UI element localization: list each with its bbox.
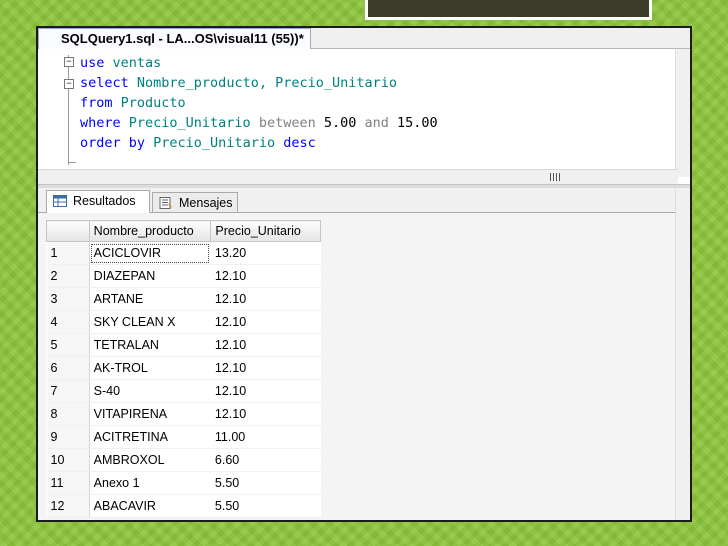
table-row[interactable]: 5 TETRALAN 12.10 [46, 333, 321, 357]
editor-horizontal-scrollbar[interactable] [38, 169, 678, 184]
column-header-precio-unitario[interactable]: Precio_Unitario [210, 220, 321, 242]
cell-nombre-producto[interactable]: VITAPIRENA [89, 402, 211, 426]
cell-nombre-producto[interactable]: S-40 [89, 379, 211, 403]
results-tab-strip: Resultados Mensajes [38, 188, 690, 213]
messages-icon [159, 197, 172, 209]
cell-precio-unitario[interactable]: 5.50 [210, 494, 321, 518]
cell-nombre-producto[interactable]: AK-TROL [89, 356, 211, 380]
table-row[interactable]: 12 ABACAVIR 5.50 [46, 494, 321, 518]
column-header-nombre-producto[interactable]: Nombre_producto [88, 220, 212, 242]
code-line-4: where Precio_Unitario between 5.00 and 1… [80, 113, 438, 133]
cell-precio-unitario[interactable]: 6.60 [210, 448, 321, 472]
table-row[interactable]: 10 AMBROXOL 6.60 [46, 448, 321, 472]
code-token: 5.00 [315, 115, 357, 131]
code-line-5: order by Precio_Unitario desc [80, 133, 316, 153]
code-token: desc [275, 135, 316, 151]
row-number[interactable]: 8 [46, 402, 90, 426]
collapse-use-icon[interactable]: − [64, 57, 74, 67]
code-token: 15.00 [388, 115, 438, 131]
code-token: select [80, 75, 129, 91]
results-grid[interactable]: Nombre_producto Precio_Unitario 1 ACICLOV… [46, 220, 321, 518]
code-token: Precio_Unitario [120, 115, 251, 131]
code-token: between [250, 115, 316, 131]
outline-gutter-line [68, 55, 69, 165]
cell-precio-unitario[interactable]: 13.20 [210, 241, 321, 265]
code-line-1: use ventas [80, 53, 161, 73]
row-number[interactable]: 10 [46, 448, 90, 472]
tab-resultados[interactable]: Resultados [46, 190, 150, 213]
cell-nombre-producto[interactable]: AMBROXOL [89, 448, 211, 472]
cell-precio-unitario[interactable]: 5.50 [210, 471, 321, 495]
query-tab-title: SQLQuery1.sql - LA...OS\visual11 (55))* [61, 31, 304, 46]
scroll-grip-icon[interactable] [550, 173, 560, 181]
cell-nombre-producto[interactable]: DIAZEPAN [89, 264, 211, 288]
table-row[interactable]: 6 AK-TROL 12.10 [46, 356, 321, 380]
row-number[interactable]: 4 [46, 310, 90, 334]
slide-top-decoration [365, 0, 652, 20]
cell-nombre-producto[interactable]: TETRALAN [89, 333, 211, 357]
row-number[interactable]: 5 [46, 333, 90, 357]
table-row[interactable]: 4 SKY CLEAN X 12.10 [46, 310, 321, 334]
code-line-3: from Producto [80, 93, 186, 113]
cell-nombre-producto[interactable]: SKY CLEAN X [89, 310, 211, 334]
cell-precio-unitario[interactable]: 12.10 [210, 402, 321, 426]
outline-end-tick [68, 162, 76, 163]
code-token: where [80, 115, 121, 131]
table-row[interactable]: 11 Anexo 1 5.50 [46, 471, 321, 495]
code-line-2: select Nombre_producto, Precio_Unitario [80, 73, 397, 93]
code-token: use [80, 55, 105, 71]
code-token: Nombre_producto, Precio_Unitario [128, 75, 397, 91]
row-number[interactable]: 3 [46, 287, 90, 311]
ssms-window: SQLQuery1.sql - LA...OS\visual11 (55))* … [36, 26, 692, 522]
row-number[interactable]: 2 [46, 264, 90, 288]
results-pane: Resultados Mensajes Nombre_producto Prec [38, 188, 690, 520]
table-row[interactable]: 8 VITAPIRENA 12.10 [46, 402, 321, 426]
code-token: from [80, 95, 113, 111]
results-vertical-scrollbar[interactable] [675, 188, 690, 520]
row-number[interactable]: 9 [46, 425, 90, 449]
tab-mensajes[interactable]: Mensajes [152, 192, 238, 212]
tab-label: Mensajes [179, 196, 233, 210]
cell-nombre-producto[interactable]: ACICLOVIR [89, 241, 211, 265]
code-token: order by [80, 135, 146, 151]
cell-precio-unitario[interactable]: 12.10 [210, 379, 321, 403]
table-row[interactable]: 2 DIAZEPAN 12.10 [46, 264, 321, 288]
row-number[interactable]: 6 [46, 356, 90, 380]
document-tab-strip: SQLQuery1.sql - LA...OS\visual11 (55))* [38, 28, 690, 49]
cell-nombre-producto[interactable]: ABACAVIR [89, 494, 211, 518]
cell-nombre-producto[interactable]: Anexo 1 [89, 471, 211, 495]
cell-precio-unitario[interactable]: 12.10 [210, 264, 321, 288]
cell-precio-unitario[interactable]: 12.10 [210, 310, 321, 334]
code-token: and [356, 115, 389, 131]
grid-header-row: Nombre_producto Precio_Unitario [46, 220, 321, 242]
editor-vertical-scrollbar[interactable] [675, 49, 690, 177]
query-editor[interactable]: − − use ventas select Nombre_producto, P… [38, 49, 678, 169]
row-number-header[interactable] [46, 220, 90, 242]
table-row[interactable]: 9 ACITRETINA 11.00 [46, 425, 321, 449]
table-row[interactable]: 3 ARTANE 12.10 [46, 287, 321, 311]
cell-nombre-producto[interactable]: ACITRETINA [89, 425, 211, 449]
cell-precio-unitario[interactable]: 11.00 [210, 425, 321, 449]
code-token: Producto [112, 95, 186, 111]
cell-precio-unitario[interactable]: 12.10 [210, 333, 321, 357]
cell-precio-unitario[interactable]: 12.10 [210, 287, 321, 311]
table-row[interactable]: 1 ACICLOVIR 13.20 [46, 241, 321, 265]
cell-nombre-producto[interactable]: ARTANE [89, 287, 211, 311]
row-number[interactable]: 11 [46, 471, 90, 495]
row-number[interactable]: 1 [46, 241, 90, 265]
row-number[interactable]: 12 [46, 494, 90, 518]
code-token: Precio_Unitario [145, 135, 276, 151]
collapse-select-icon[interactable]: − [64, 79, 74, 89]
tab-label: Resultados [73, 194, 136, 208]
grid-icon [53, 195, 67, 207]
cell-precio-unitario[interactable]: 12.10 [210, 356, 321, 380]
row-number[interactable]: 7 [46, 379, 90, 403]
code-token: ventas [104, 55, 162, 71]
table-row[interactable]: 7 S-40 12.10 [46, 379, 321, 403]
query-document-tab[interactable]: SQLQuery1.sql - LA...OS\visual11 (55))* [38, 28, 311, 49]
